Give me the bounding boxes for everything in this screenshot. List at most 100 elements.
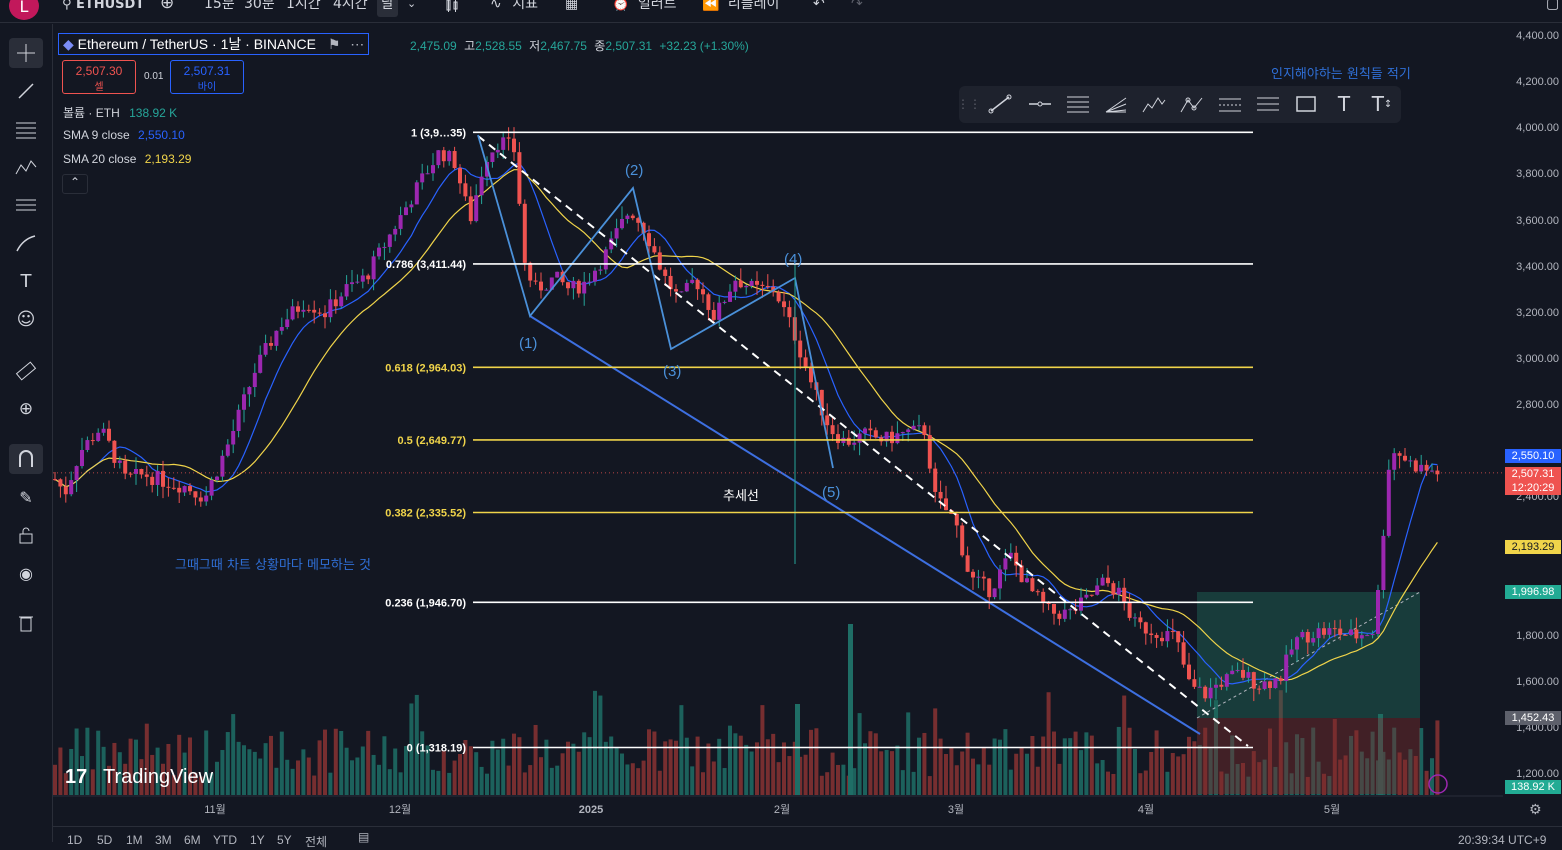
range-1d[interactable]: 1D bbox=[67, 833, 82, 847]
sma20-legend[interactable]: SMA 20 close 2,193.29 bbox=[63, 152, 191, 166]
candle-body bbox=[58, 479, 63, 487]
range-5y[interactable]: 5Y bbox=[277, 833, 292, 847]
elliott-impulse-icon[interactable] bbox=[1141, 92, 1167, 116]
elliott-abc-icon[interactable] bbox=[1179, 92, 1205, 116]
parallel-channel-icon[interactable] bbox=[1217, 92, 1243, 116]
fib-fan-icon[interactable] bbox=[1103, 92, 1129, 116]
candle-body bbox=[1376, 590, 1380, 634]
range-1m[interactable]: 1M bbox=[126, 833, 143, 847]
volume-bar bbox=[1149, 752, 1154, 795]
regression-channel-icon[interactable] bbox=[1255, 92, 1281, 116]
range-1y[interactable]: 1Y bbox=[250, 833, 265, 847]
forecast-tool-icon[interactable] bbox=[9, 190, 43, 220]
panel-icon[interactable]: ▢ bbox=[1546, 0, 1559, 17]
ohlc-low: 2,467.75 bbox=[540, 39, 587, 53]
candle-body bbox=[809, 367, 813, 383]
interval-30m[interactable]: 30분 bbox=[244, 0, 275, 17]
candle-body bbox=[695, 279, 700, 290]
range-5d[interactable]: 5D bbox=[97, 833, 112, 847]
emoji-tool-icon[interactable]: ☺ bbox=[9, 304, 43, 334]
fib-levels-icon[interactable] bbox=[1065, 92, 1091, 116]
candle-body bbox=[917, 425, 921, 427]
candle-body bbox=[1160, 637, 1164, 642]
fib-tool-icon[interactable] bbox=[9, 114, 43, 144]
utc-clock[interactable]: 20:39:34 UTC+9 bbox=[1458, 833, 1546, 847]
text-anchored-icon[interactable]: T ↕ bbox=[1369, 92, 1395, 116]
volume-bar bbox=[1181, 754, 1186, 795]
candle-body bbox=[490, 152, 495, 162]
price-axis[interactable]: 4,400.00 4,200.00 4,000.00 3,800.00 3,60… bbox=[1503, 24, 1562, 824]
candle-type-icon[interactable] bbox=[444, 0, 460, 18]
interval-15m[interactable]: 15분 bbox=[204, 0, 235, 17]
ruler-icon[interactable] bbox=[9, 356, 43, 386]
buy-button[interactable]: 2,507.31 바이 bbox=[170, 60, 244, 94]
interval-dropdown-icon[interactable]: ⌄ bbox=[407, 0, 416, 17]
interval-1h[interactable]: 1시간 bbox=[286, 0, 321, 17]
drag-handle-icon[interactable]: ⋮⋮ bbox=[957, 92, 981, 116]
interval-4h[interactable]: 4시간 bbox=[333, 0, 368, 17]
undo-icon[interactable]: ↶ bbox=[813, 0, 825, 17]
trash-icon[interactable] bbox=[9, 608, 43, 638]
alert-button[interactable]: ⏰ 얼러트 bbox=[612, 0, 677, 17]
candle-body bbox=[198, 497, 203, 502]
lock-drawing-icon[interactable]: ✎ bbox=[9, 482, 43, 512]
candle-body bbox=[1327, 628, 1332, 635]
text-tool-icon[interactable]: T bbox=[9, 266, 43, 296]
volume-bar bbox=[1133, 749, 1137, 795]
range-ytd[interactable]: YTD bbox=[213, 833, 237, 847]
trendline-tool-icon[interactable] bbox=[9, 76, 43, 106]
symbol-search[interactable]: ⚲ ETHUSDT bbox=[62, 0, 144, 17]
svg-text:17: 17 bbox=[65, 766, 87, 788]
candle-body bbox=[328, 299, 333, 318]
candle-body bbox=[63, 486, 68, 495]
candle-body bbox=[1370, 633, 1375, 636]
time-axis-label: 2025 bbox=[579, 804, 603, 816]
flag-icon[interactable]: ⚑ bbox=[328, 36, 341, 52]
lock-icon[interactable] bbox=[9, 520, 43, 550]
volume-bar bbox=[1014, 753, 1019, 795]
interval-1d[interactable]: 날 bbox=[377, 0, 398, 17]
legend-title-row[interactable]: ◆ Ethereum / TetherUS · 1날 · BINANCE ⚑ ⋯ bbox=[58, 33, 370, 55]
fib-level-label: 0.236 (1,946.70) bbox=[385, 597, 466, 609]
avatar-letter: L bbox=[19, 0, 29, 16]
candle-body bbox=[1413, 460, 1418, 472]
hline-tool-icon[interactable] bbox=[1027, 92, 1053, 116]
candle-body bbox=[393, 228, 398, 235]
replay-button[interactable]: ⏪ 리플레이 bbox=[702, 0, 779, 17]
layout-icon[interactable]: ▦ bbox=[565, 0, 578, 17]
sma9-legend[interactable]: SMA 9 close 2,550.10 bbox=[63, 128, 185, 142]
candle-body bbox=[182, 486, 187, 493]
volume-bar bbox=[1143, 770, 1148, 795]
candle-body bbox=[161, 470, 165, 487]
candle-body bbox=[150, 476, 155, 485]
volume-legend[interactable]: 볼륨 · ETH 138.92 K bbox=[63, 104, 177, 121]
indicators-button[interactable]: ∿ 지표 bbox=[490, 0, 538, 17]
rectangle-tool-icon[interactable] bbox=[1293, 92, 1319, 116]
settings-gear-icon[interactable]: ⚙ bbox=[1529, 802, 1542, 818]
range-6m[interactable]: 6M bbox=[184, 833, 201, 847]
magnet-icon[interactable] bbox=[9, 444, 43, 474]
more-icon[interactable]: ⋯ bbox=[350, 36, 364, 52]
candle-body bbox=[620, 218, 624, 229]
collapse-legend-icon[interactable]: ⌃ bbox=[62, 174, 88, 194]
volume-bar bbox=[393, 748, 398, 795]
avatar[interactable]: L bbox=[9, 0, 39, 20]
compare-add-icon[interactable]: ⊕ bbox=[160, 0, 174, 16]
redo-icon[interactable]: ↷ bbox=[851, 0, 863, 17]
zoom-in-icon[interactable]: ⊕ bbox=[9, 394, 43, 424]
volume-bar bbox=[571, 743, 576, 795]
candle-body bbox=[1392, 453, 1397, 470]
brush-tool-icon[interactable] bbox=[9, 228, 43, 258]
eye-icon[interactable]: ◉ bbox=[9, 558, 43, 588]
candle-body bbox=[571, 280, 576, 289]
volume-bar bbox=[1025, 753, 1029, 795]
candle-body bbox=[452, 151, 457, 169]
sell-button[interactable]: 2,507.30 셀 bbox=[62, 60, 136, 94]
crosshair-icon[interactable] bbox=[9, 38, 43, 68]
range-3m[interactable]: 3M bbox=[155, 833, 172, 847]
text-label-icon[interactable]: T bbox=[1331, 92, 1357, 116]
pattern-tool-icon[interactable] bbox=[9, 152, 43, 182]
price-chart[interactable]: 1 (3,9…35) 0.786 (3,411.44) 0.618 (2,964.0… bbox=[53, 24, 1503, 824]
line-tool-icon[interactable] bbox=[987, 92, 1013, 116]
ohlc-close-label: 종 bbox=[594, 39, 606, 53]
